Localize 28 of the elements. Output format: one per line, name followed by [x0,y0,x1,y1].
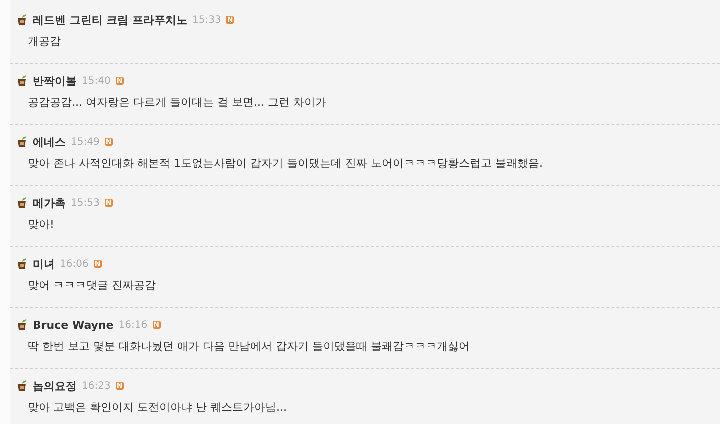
comment-time: 16:06 [60,258,89,270]
author-name[interactable]: Bruce Wayne [33,318,114,332]
comment-text: 맞아 존나 사적인대화 해본적 1도없는사람이 갑자기 들이댔는데 진짜 노어이ㅋㅋㅋ당황스럽고 불쾌했음. [28,156,544,171]
author-name[interactable]: 미녀 [33,256,55,272]
mug-icon [16,380,28,392]
comment-text: 맞어 ㅋㅋㅋ댓글 진짜공감 [28,278,157,293]
comment-time: 16:23 [82,380,111,392]
mug-icon [16,136,28,148]
comment-time: 15:40 [82,76,111,86]
comment-text: 맞아! [28,217,56,232]
author-name[interactable]: 에네스 [33,134,66,150]
author-name[interactable]: 놉의요정 [33,378,77,394]
comment-text: 딱 한번 보고 몇분 대화나눴던 애가 다음 만남에서 갑자기 들이댔을때 불쾌감ㅋㅋㅋ개싫어 [28,339,471,354]
comment-time: 16:16 [118,320,148,330]
comment-text: 개공감 [28,34,62,49]
author-name[interactable]: 반짝이볼 [33,74,77,88]
author-name[interactable]: 메가촉 [33,196,66,210]
mug-icon [16,197,28,209]
comment-time: 15:49 [71,136,100,148]
mug-icon [16,319,28,331]
comment-time: 15:33 [192,14,222,26]
mug-icon [16,75,28,87]
comment-text: 맞아 고백은 확인이지 도전이아냐 난 퀘스트가아님... [28,400,288,415]
mug-icon [16,14,28,26]
comment-time: 15:53 [71,198,100,208]
author-name[interactable]: 레드벤 그린티 크림 프라푸치노 [33,12,188,28]
mug-icon [16,258,28,270]
comment-text: 공감공감... 여자랑은 다르게 들이대는 걸 보면... 그런 차이가 [28,95,328,110]
